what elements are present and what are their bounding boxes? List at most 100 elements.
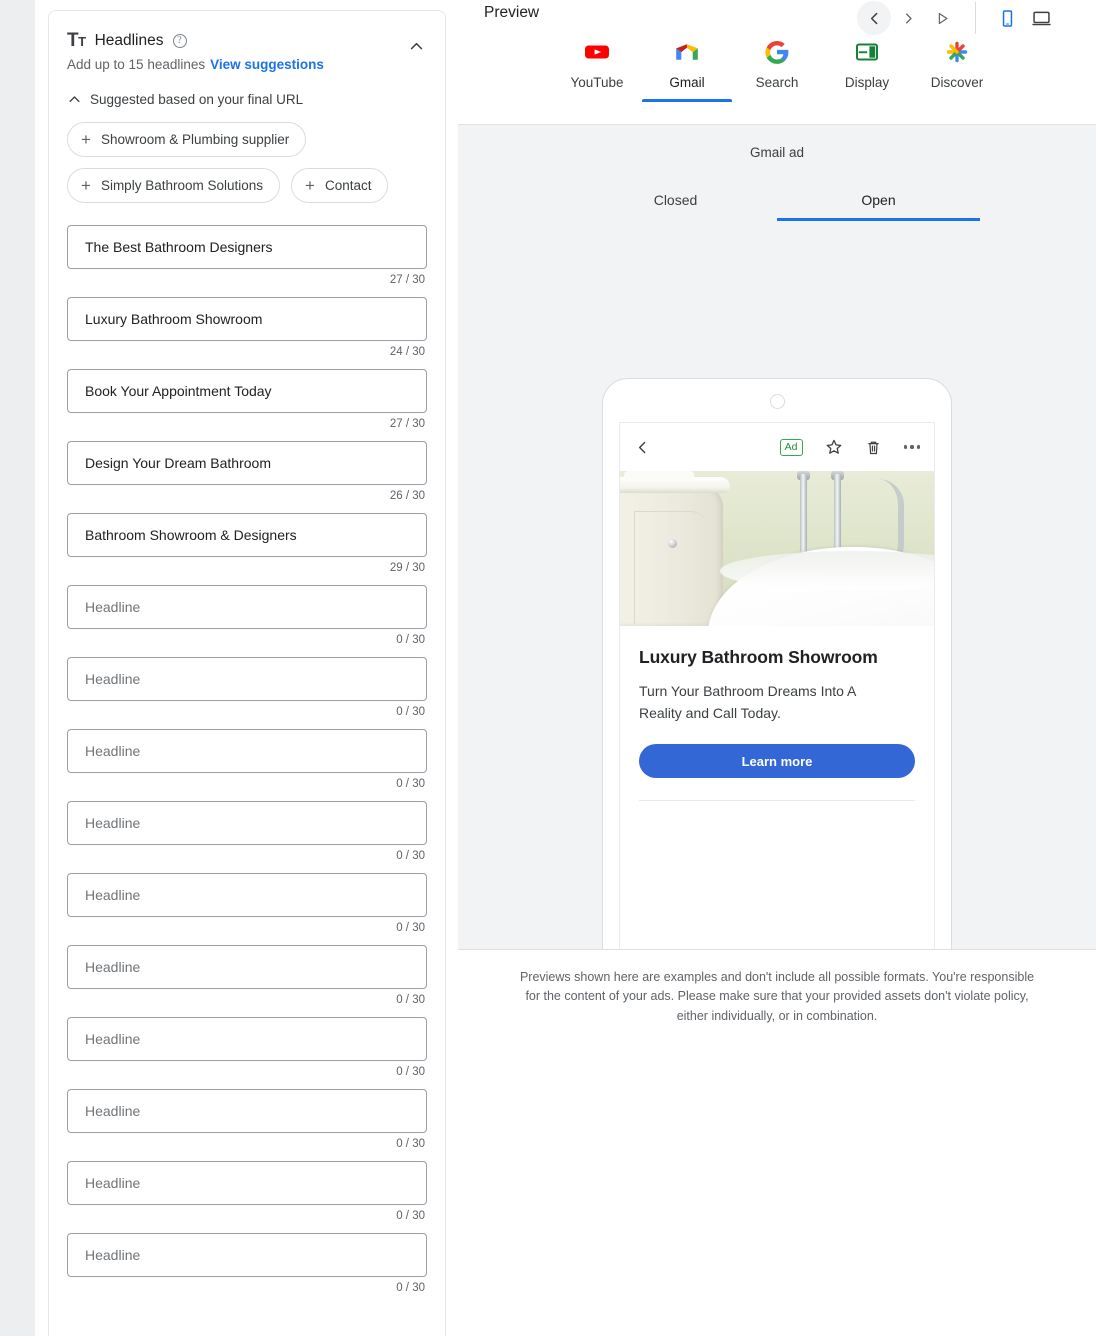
headline-field-block: The Best Bathroom Designers 27 / 30 [67, 225, 427, 286]
view-suggestions-link[interactable]: View suggestions [210, 57, 324, 72]
headline-field-block: Headline 0 / 30 [67, 1017, 427, 1078]
tab-label: Gmail [669, 75, 705, 90]
headline-field-block: Headline 0 / 30 [67, 801, 427, 862]
tab-label: Display [844, 75, 890, 90]
suggested-group-toggle[interactable]: Suggested based on your final URL [67, 92, 427, 107]
vanity-cabinet [620, 485, 723, 626]
character-counter: 0 / 30 [396, 1066, 425, 1078]
headline-input[interactable]: Headline [67, 657, 427, 701]
play-triangle-icon [938, 12, 947, 24]
gmail-message-card: Ad Luxury Bathroom Showroom Turn Your Ba… [619, 422, 935, 949]
collapse-section-button[interactable] [403, 33, 429, 59]
character-counter: 0 / 30 [396, 706, 425, 718]
star-outline-icon[interactable] [825, 438, 843, 456]
headline-input[interactable]: The Best Bathroom Designers [67, 225, 427, 269]
tab-display[interactable]: Display [822, 38, 912, 100]
tab-label: Discover [930, 75, 984, 90]
mobile-device-toggle[interactable] [990, 1, 1024, 35]
suggestion-chip-label: Showroom & Plumbing supplier [100, 132, 290, 147]
preview-disclaimer: Previews shown here are examples and don… [519, 970, 1035, 1023]
suggestion-chip[interactable]: + Showroom & Plumbing supplier [67, 122, 307, 157]
tap-fixture [834, 474, 841, 552]
character-counter: 24 / 30 [389, 346, 425, 358]
learn-more-button[interactable]: Learn more [639, 744, 915, 779]
headline-input[interactable]: Headline [67, 729, 427, 773]
suggestion-chip[interactable]: + Simply Bathroom Solutions [67, 168, 281, 203]
tab-closed[interactable]: Closed [574, 192, 777, 221]
play-preview-button[interactable] [925, 1, 959, 35]
display-icon [856, 43, 878, 61]
character-counter: 26 / 30 [389, 490, 425, 502]
headline-input[interactable]: Headline [67, 1089, 427, 1133]
character-counter: 0 / 30 [396, 1282, 425, 1294]
tab-label: Open [861, 192, 896, 208]
headline-field-block: Design Your Dream Bathroom 26 / 30 [67, 441, 427, 502]
cabinet-knob [668, 539, 677, 548]
headline-field-block: Headline 0 / 30 [67, 729, 427, 790]
headline-field-block: Headline 0 / 30 [67, 657, 427, 718]
headline-field-block: Headline 0 / 30 [67, 945, 427, 1006]
tab-gmail[interactable]: Gmail [642, 38, 732, 102]
preview-nav-controls [857, 0, 1058, 36]
ad-format-label: Gmail ad [749, 145, 805, 160]
gmail-toolbar: Ad [620, 423, 934, 471]
headlines-card: TT Headlines ? Add up to 15 headlines Vi… [48, 10, 446, 1336]
trash-icon[interactable] [865, 439, 882, 456]
headline-input[interactable]: Book Your Appointment Today [67, 369, 427, 413]
tap-fixture [800, 474, 807, 552]
headline-input[interactable]: Headline [67, 945, 427, 989]
character-counter: 0 / 30 [396, 1210, 425, 1222]
character-counter: 0 / 30 [396, 994, 425, 1006]
character-counter: 0 / 30 [396, 634, 425, 646]
next-preview-button[interactable] [891, 1, 925, 35]
suggestion-chip[interactable]: + Contact [291, 168, 389, 203]
headline-field-block: Headline 0 / 30 [67, 585, 427, 646]
suggestion-chip-list: + Showroom & Plumbing supplier + Simply … [67, 122, 427, 203]
ad-description: Turn Your Bathroom Dreams Into A Reality… [639, 683, 856, 721]
headline-input[interactable]: Headline [67, 1017, 427, 1061]
ad-creative-image [620, 471, 934, 626]
tab-search[interactable]: Search [732, 38, 822, 100]
chevron-up-icon [69, 96, 80, 103]
tab-open[interactable]: Open [777, 192, 980, 221]
tab-label: Closed [653, 192, 698, 208]
google-g-icon [765, 41, 789, 64]
phone-camera [769, 394, 785, 409]
headline-input[interactable]: Headline [67, 1161, 427, 1205]
suggestion-chip-label: Simply Bathroom Solutions [100, 178, 264, 193]
headline-field-block: Headline 0 / 30 [67, 1233, 427, 1294]
headline-field-block: Book Your Appointment Today 27 / 30 [67, 369, 427, 430]
back-arrow-icon[interactable] [634, 439, 651, 456]
headline-input[interactable]: Design Your Dream Bathroom [67, 441, 427, 485]
desktop-device-toggle[interactable] [1024, 1, 1058, 35]
headlines-panel: TT Headlines ? Add up to 15 headlines Vi… [35, 0, 458, 1336]
headlines-card-header: TT Headlines ? Add up to 15 headlines Vi… [67, 31, 427, 72]
chevron-right-icon [905, 13, 912, 23]
plus-icon: + [81, 176, 91, 195]
preview-header: Preview YouTube Gmail Search Display Dis… [458, 0, 1096, 125]
headline-input[interactable]: Headline [67, 801, 427, 845]
active-tab-indicator [642, 99, 732, 102]
character-counter: 0 / 30 [396, 850, 425, 862]
headline-field-block: Headline 0 / 30 [67, 1089, 427, 1150]
character-counter: 27 / 30 [389, 418, 425, 430]
preview-body: Gmail ad Closed Open Ad Luxury Bathroom … [458, 125, 1096, 950]
tab-label: Search [755, 75, 799, 90]
character-counter: 0 / 30 [396, 1138, 425, 1150]
headline-field-block: Headline 0 / 30 [67, 873, 427, 934]
tab-youtube[interactable]: YouTube [552, 38, 642, 100]
tab-discover[interactable]: Discover [912, 38, 1002, 100]
headline-input[interactable]: Headline [67, 873, 427, 917]
phone-mockup: Ad Luxury Bathroom Showroom Turn Your Ba… [602, 378, 952, 949]
gmail-icon [676, 44, 698, 60]
headline-field-list: The Best Bathroom Designers 27 / 30 Luxury… [67, 225, 427, 1294]
more-options-icon[interactable] [903, 445, 920, 449]
headline-input[interactable]: Headline [67, 1233, 427, 1277]
help-circle-icon[interactable]: ? [172, 33, 187, 48]
ad-badge: Ad [779, 438, 803, 456]
headline-input[interactable]: Headline [67, 585, 427, 629]
previous-preview-button[interactable] [857, 1, 891, 35]
character-counter: 27 / 30 [389, 274, 425, 286]
headline-input[interactable]: Luxury Bathroom Showroom [67, 297, 427, 341]
headline-input[interactable]: Bathroom Showroom & Designers [67, 513, 427, 557]
